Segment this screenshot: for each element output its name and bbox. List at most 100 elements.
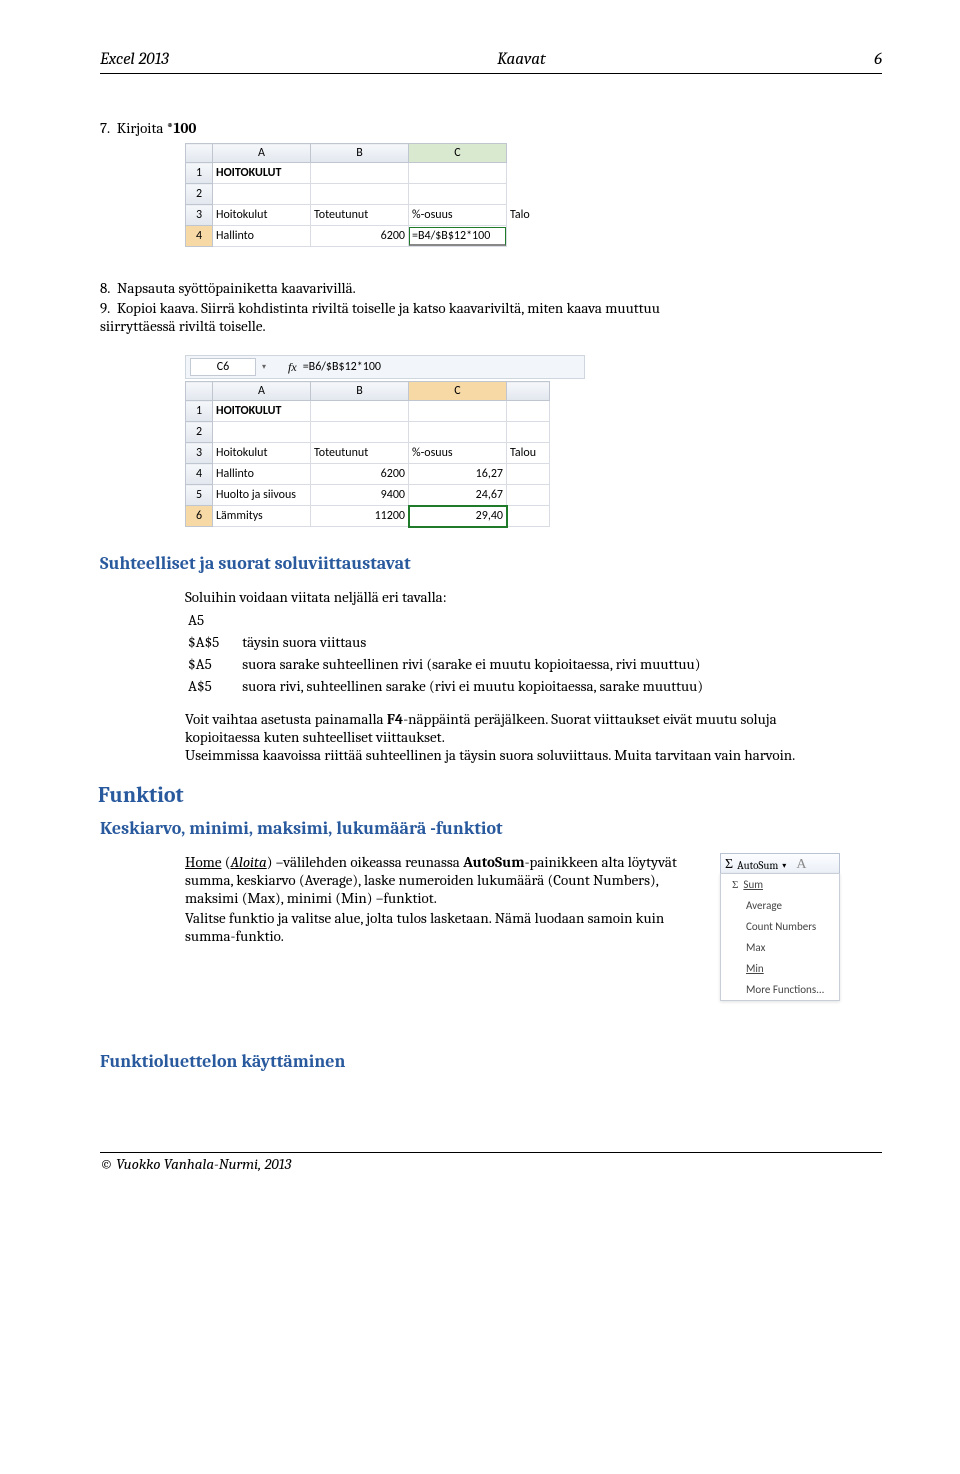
refs-intro: Soluihin voidaan viitata neljällä eri ta…: [185, 588, 882, 606]
ref-a: $A$5: [187, 632, 239, 652]
cell: %-osuus: [409, 205, 507, 226]
ref-a: A5: [187, 610, 239, 630]
hdr-rule: [100, 73, 882, 74]
cell: 16,27: [409, 464, 507, 485]
col-A: A: [213, 382, 311, 401]
cell: [507, 401, 550, 422]
refs-para2: Useimmissa kaavoissa riittää suhteelline…: [185, 746, 805, 764]
autosum-bold: AutoSum: [463, 853, 524, 871]
functions-para: Home (Aloita) –välilehden oikeassa reuna…: [185, 853, 710, 907]
row-1: 1: [186, 163, 213, 184]
subheading-functions: Keskiarvo, minimi, maksimi, lukumäärä -f…: [100, 818, 882, 839]
menu-count[interactable]: Count Numbers: [721, 916, 839, 937]
cell: 6200: [311, 226, 409, 247]
cell: Huolto ja siivous: [213, 485, 311, 506]
cell: Toteutunut: [311, 205, 409, 226]
cell: [213, 184, 311, 205]
step-8: 8. Napsauta syöttöpainiketta kaavarivill…: [100, 279, 882, 297]
hdr-right: 6: [874, 50, 882, 69]
cell: [507, 485, 550, 506]
row-6: 6: [186, 506, 213, 527]
cell: Hoitokulut: [213, 205, 311, 226]
cell: [507, 506, 550, 527]
formula-bar-content[interactable]: =B6/$B$12*100: [303, 360, 381, 374]
row-2: 2: [186, 422, 213, 443]
cell: Talou: [507, 443, 550, 464]
menu-label: Sum: [743, 878, 763, 891]
aloita-underline-italic: Aloita: [230, 853, 266, 871]
menu-max[interactable]: Max: [721, 937, 839, 958]
menu-min[interactable]: Min: [721, 958, 839, 979]
txt: Voit vaihtaa asetusta painamalla: [185, 710, 387, 728]
menu-label: Min: [746, 962, 764, 975]
col-B: B: [311, 382, 409, 401]
ref-b: [241, 610, 723, 630]
ref-a: A$5: [187, 676, 239, 696]
cell: 6200: [311, 464, 409, 485]
row-4: 4: [186, 226, 213, 247]
heading-refstyles: Suhteelliset ja suorat soluviittaustavat: [100, 553, 882, 574]
cell: [409, 422, 507, 443]
step-7-bold: *100: [167, 119, 197, 137]
menu-average[interactable]: Average: [721, 895, 839, 916]
menu-more[interactable]: More Functions...: [721, 979, 839, 1000]
chevron-down-icon[interactable]: ▾: [782, 861, 786, 870]
heading-function-list: Funktioluettelon käyttäminen: [100, 1051, 882, 1072]
excel-shot-1: A B C 1 HOITOKULUT 2 3 Hoitokulut Toteut…: [185, 143, 882, 247]
cell: 9400: [311, 485, 409, 506]
refs-table: A5 $A$5täysin suora viittaus $A5suora sa…: [185, 608, 725, 698]
menu-sum[interactable]: Σ Sum: [721, 874, 839, 895]
step-9: 9. Kopioi kaava. Siirrä kohdistinta rivi…: [100, 299, 690, 335]
cell: HOITOKULUT: [213, 401, 311, 422]
cell: Lämmitys: [213, 506, 311, 527]
excel-shot-2: C6 ▾ fx =B6/$B$12*100 A B C 1 HOITOKULUT…: [185, 355, 882, 527]
cell-text: HOITOKULUT: [216, 166, 281, 180]
active-cell[interactable]: =B4/$B$12*100: [409, 226, 507, 247]
col-A: A: [213, 144, 311, 163]
cell: [311, 422, 409, 443]
cell: Hallinto: [213, 464, 311, 485]
autosum-illustration: Σ AutoSum ▾ A Σ Sum Average Count Number…: [720, 853, 840, 1001]
cell: [311, 401, 409, 422]
sigma-icon: Σ: [725, 857, 733, 873]
col-C: C: [409, 382, 507, 401]
row-3: 3: [186, 443, 213, 464]
cell: Hallinto: [213, 226, 311, 247]
namebox-arrow-icon[interactable]: ▾: [262, 362, 266, 372]
row-3: 3: [186, 205, 213, 226]
col-B: B: [311, 144, 409, 163]
f4-bold: F4: [387, 710, 403, 728]
letter-icon: A: [796, 857, 806, 873]
step-7: 7. Kirjoita *100: [100, 119, 882, 137]
cell: 24,67: [409, 485, 507, 506]
formula-entry[interactable]: =B4/$B$12*100: [409, 227, 506, 246]
cell: Toteutunut: [311, 443, 409, 464]
col-spill: [507, 382, 550, 401]
ref-b: suora sarake suhteellinen rivi (sarake e…: [241, 654, 723, 674]
ref-a: $A5: [187, 654, 239, 674]
corner-cell: [186, 144, 213, 163]
ref-b: suora rivi, suhteellinen sarake (rivi ei…: [241, 676, 723, 696]
row-2: 2: [186, 184, 213, 205]
hdr-center: Kaavat: [497, 50, 546, 69]
col-C: C: [409, 144, 507, 163]
hdr-left: Excel 2013: [100, 50, 169, 69]
home-underline: Home: [185, 853, 221, 871]
txt: ) –välilehden oikeassa reunassa: [267, 853, 463, 871]
cell: [507, 422, 550, 443]
row-5: 5: [186, 485, 213, 506]
cell: [213, 422, 311, 443]
cell: [507, 464, 550, 485]
cell: Hoitokulut: [213, 443, 311, 464]
sigma-icon: Σ: [732, 879, 738, 891]
refs-para1: Voit vaihtaa asetusta painamalla F4-näpp…: [185, 710, 805, 746]
name-box[interactable]: C6: [190, 358, 256, 376]
cell: HOITOKULUT: [213, 163, 311, 184]
functions-para2: Valitse funktio ja valitse alue, jolta t…: [185, 909, 710, 945]
page-footer: © Vuokko Vanhala-Nurmi, 2013: [100, 1152, 882, 1173]
autosum-menu: Σ Sum Average Count Numbers Max Min More…: [720, 873, 840, 1001]
formula-bar: C6 ▾ fx =B6/$B$12*100: [185, 355, 585, 379]
autosum-label: AutoSum: [737, 859, 778, 872]
fx-icon[interactable]: fx: [288, 360, 297, 375]
active-cell[interactable]: 29,40: [409, 506, 507, 527]
